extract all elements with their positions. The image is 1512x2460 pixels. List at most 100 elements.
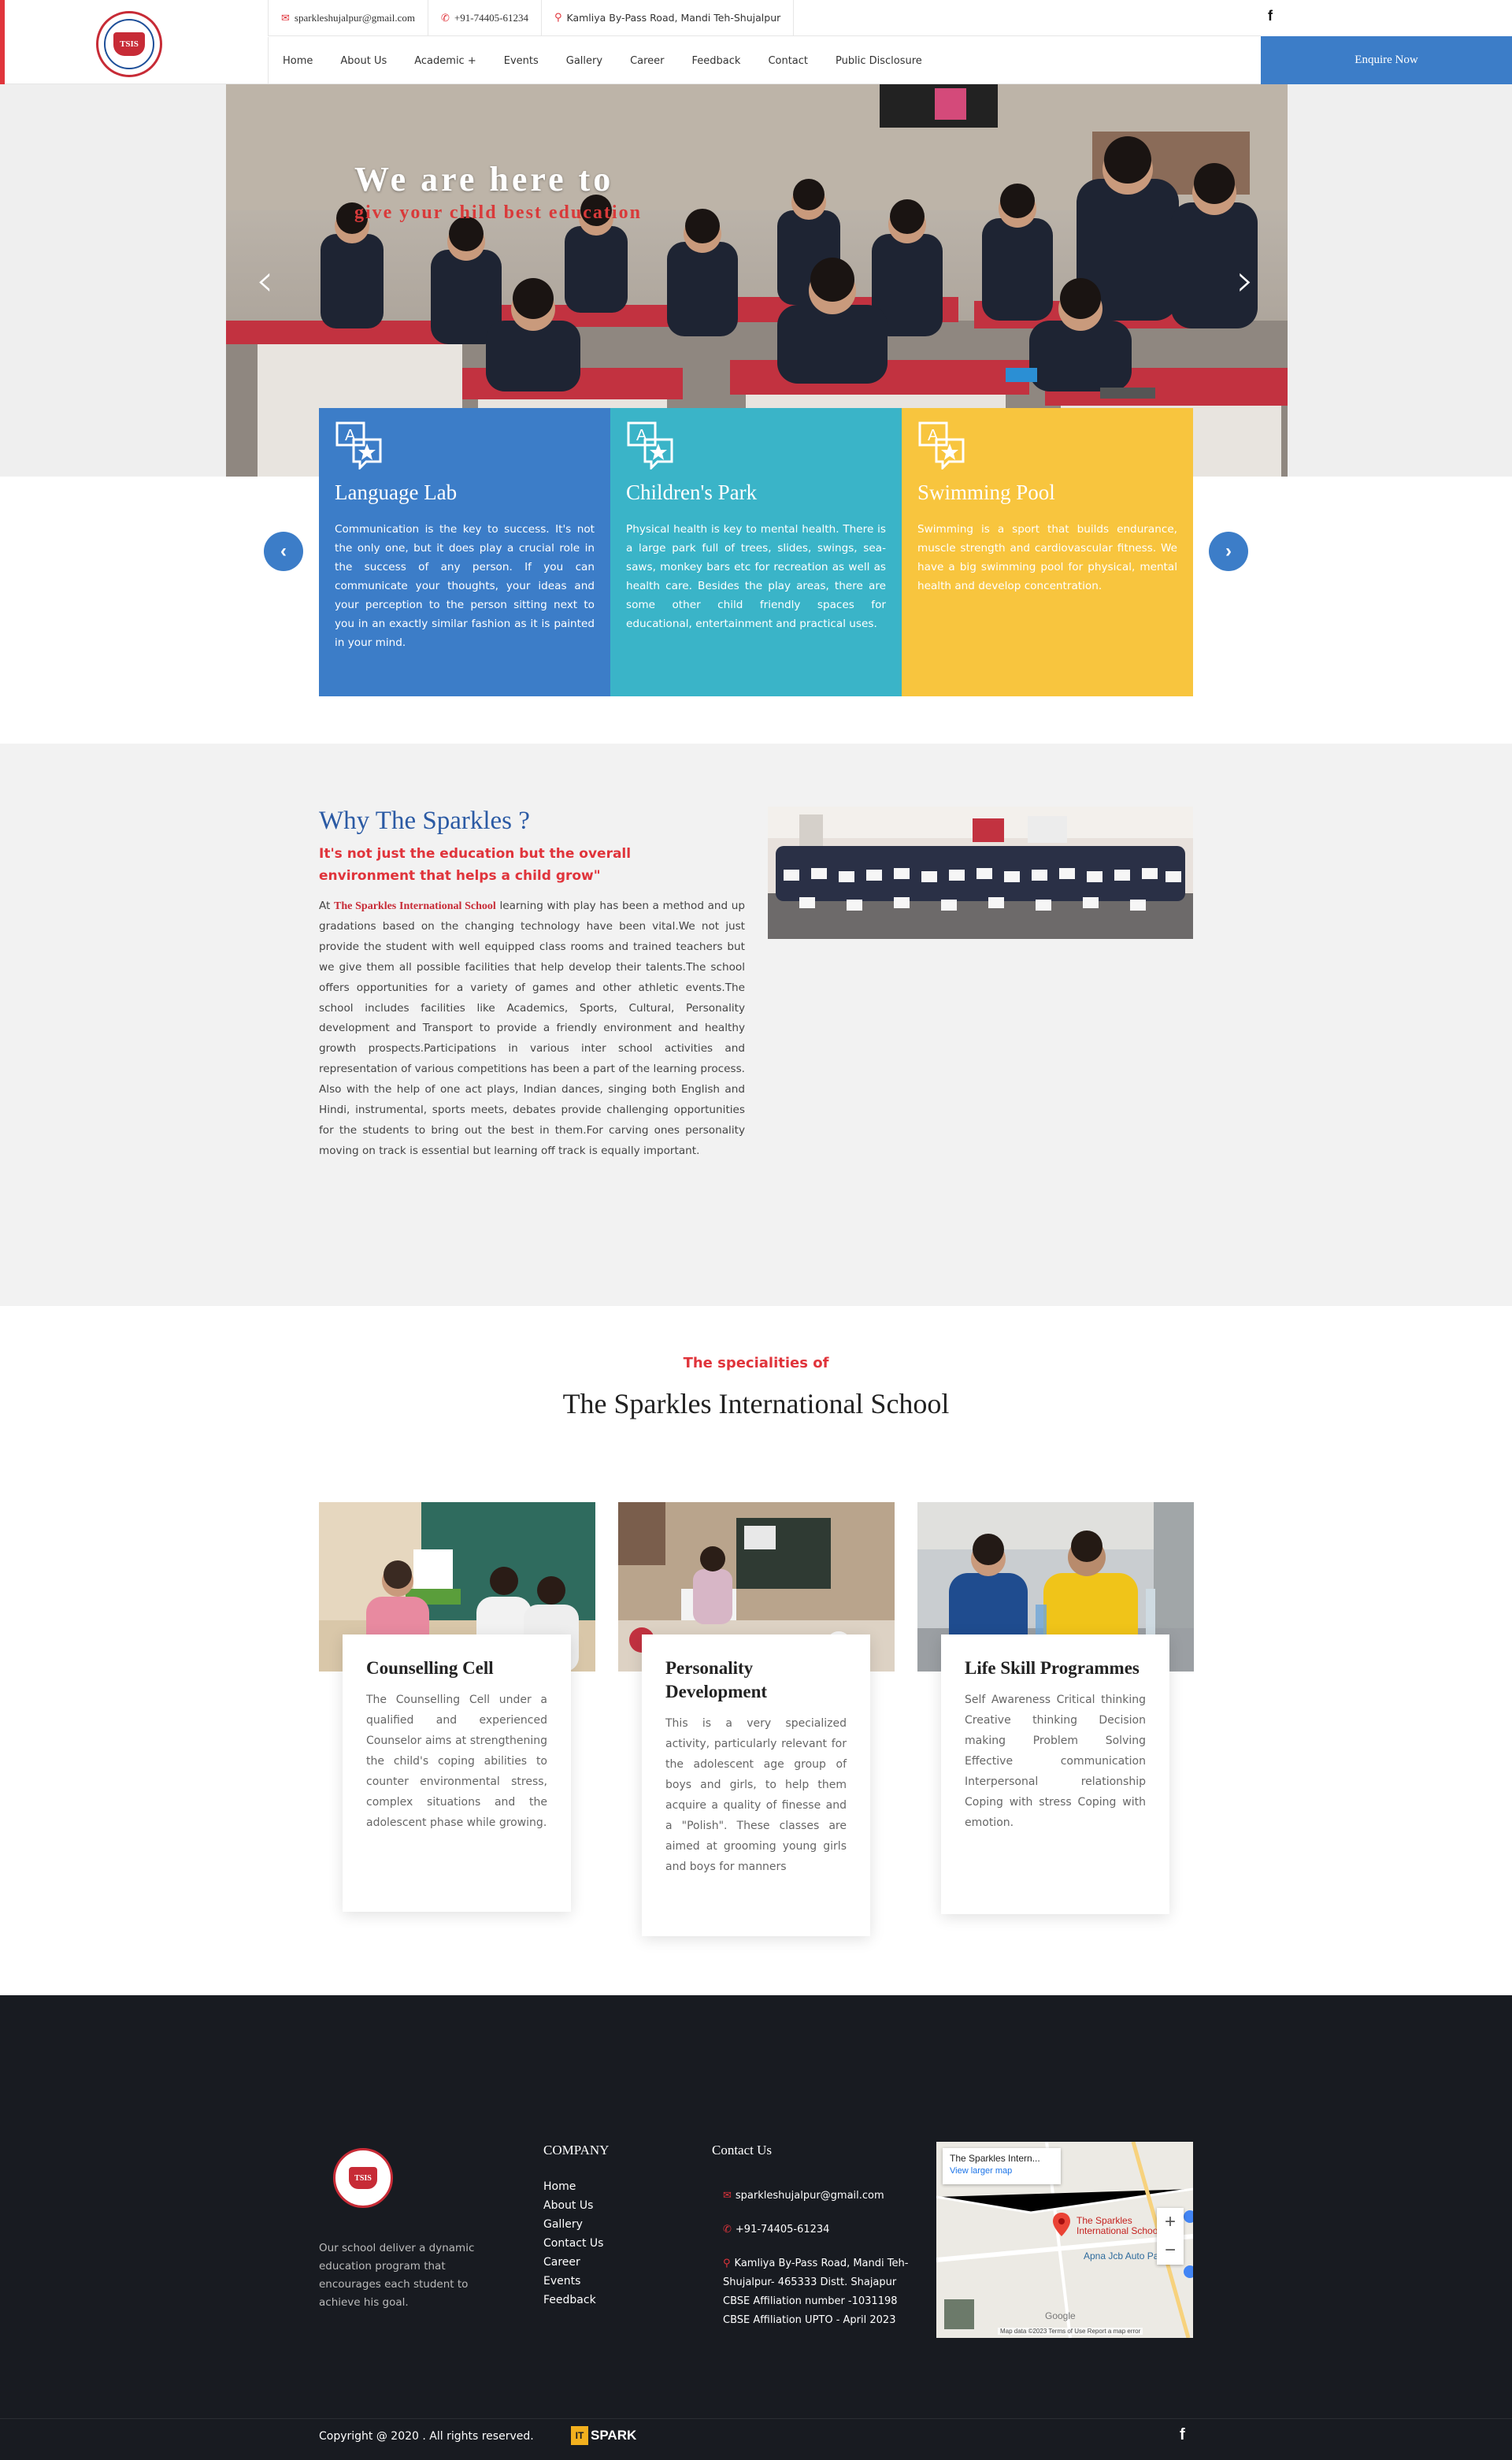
feature-card-swimming-pool: A Swimming Pool Swimming is a sport that…: [902, 408, 1193, 696]
speciality-title: Counselling Cell: [366, 1658, 494, 1678]
main-nav: Home About Us Academic + Events Gallery …: [268, 37, 950, 84]
chevron-right-icon: ›: [1225, 540, 1232, 562]
footer-links: Home About Us Gallery Contact Us Career …: [543, 2177, 603, 2310]
envelope-icon: ✉: [723, 2190, 732, 2202]
google-logo: Google: [1045, 2310, 1076, 2321]
footer-link-events[interactable]: Events: [543, 2272, 603, 2291]
nav-events[interactable]: Events: [504, 55, 539, 67]
school-logo[interactable]: TSIS: [96, 11, 162, 77]
why-title: Why The Sparkles ?: [319, 807, 530, 835]
facebook-icon[interactable]: f: [1180, 2426, 1185, 2444]
developer-logo[interactable]: IT SPARK: [571, 2426, 636, 2445]
footer-phone[interactable]: ✆ +91-74405-61234: [723, 2221, 912, 2239]
speciality-title: Life Skill Programmes: [965, 1658, 1140, 1678]
map-marker-icon: ⚲: [723, 2258, 731, 2269]
feature-card-language-lab: A Language Lab Communication is the key …: [319, 408, 610, 696]
logo-text: TSIS: [349, 2167, 377, 2189]
school-name: The Sparkles International School: [334, 900, 496, 912]
feature-text: Swimming is a sport that builds enduranc…: [917, 523, 1177, 592]
chevron-left-icon: ‹: [280, 540, 287, 562]
features-prev-button[interactable]: ‹: [264, 532, 303, 571]
zoom-out-icon[interactable]: −: [1157, 2236, 1184, 2265]
map-pin-label: The Sparkles International School: [1077, 2215, 1161, 2236]
header-email[interactable]: ✉ sparkleshujalpur@gmail.com: [269, 0, 429, 36]
zoom-in-icon[interactable]: +: [1157, 2208, 1184, 2236]
accent-bar: [0, 0, 5, 84]
map-attribution: Map data ©2023 Terms of Use Report a map…: [998, 2328, 1143, 2335]
view-larger-map-link[interactable]: View larger map: [950, 2166, 1054, 2176]
nav-public-disclosure[interactable]: Public Disclosure: [836, 55, 922, 67]
site-header: TSIS ✉ sparkleshujalpur@gmail.com ✆ +91-74…: [0, 0, 1512, 84]
speciality-card-life-skill: Life Skill Programmes Self Awareness Cri…: [941, 1634, 1169, 1914]
speciality-text: The Counselling Cell under a qualified a…: [366, 1694, 547, 1829]
footer-link-about-us[interactable]: About Us: [543, 2196, 603, 2215]
speciality-card-personality: Personality Development This is a very s…: [642, 1634, 870, 1936]
hero-headline: We are here to: [354, 160, 614, 199]
footer-address: ⚲ Kamliya By-Pass Road, Mandi Teh-Shujalp…: [723, 2258, 909, 2288]
footer-contact: ✉ sparkleshujalpur@gmail.com ✆ +91-74405-6…: [723, 2187, 912, 2330]
nav-feedback[interactable]: Feedback: [692, 55, 741, 67]
map-info-box: The Sparkles Intern... View larger map: [943, 2148, 1061, 2184]
phone-icon: ✆: [441, 11, 450, 24]
language-icon: A: [627, 421, 673, 469]
footer-link-gallery[interactable]: Gallery: [543, 2215, 603, 2234]
feature-title: Language Lab: [335, 480, 458, 504]
enquire-now-button[interactable]: Enquire Now: [1261, 36, 1512, 84]
footer-link-home[interactable]: Home: [543, 2177, 603, 2196]
footer-bottom-bar: [0, 2418, 1512, 2460]
header-address: ⚲ Kamliya By-Pass Road, Mandi Teh-Shujalp…: [542, 0, 795, 36]
specialities-subtitle: The specialities of: [683, 1355, 829, 1371]
speciality-text: This is a very specialized activity, par…: [665, 1717, 847, 1873]
footer-affiliation-upto: CBSE Affiliation UPTO - April 2023: [723, 2314, 896, 2326]
location-map[interactable]: The Sparkles Intern... View larger map T…: [936, 2142, 1193, 2338]
hero-prev-icon[interactable]: ‹: [256, 259, 280, 303]
facebook-icon[interactable]: f: [1268, 8, 1273, 24]
footer-affiliation: CBSE Affiliation number -1031198: [723, 2295, 898, 2307]
map-title: The Sparkles Intern...: [950, 2153, 1040, 2164]
speciality-title: Personality Development: [665, 1658, 768, 1701]
hero-subheadline: give your child best education: [354, 202, 642, 223]
map-marker-icon: ⚲: [554, 12, 562, 24]
feature-text: Communication is the key to success. It'…: [335, 523, 595, 649]
feature-text: Physical health is key to mental health.…: [626, 523, 886, 630]
why-body: At The Sparkles International School lea…: [319, 900, 745, 1157]
brand-badge: IT: [571, 2426, 588, 2445]
language-icon: A: [918, 421, 965, 469]
speciality-text: Self Awareness Critical thinking Creativ…: [965, 1694, 1146, 1829]
features-next-button[interactable]: ›: [1209, 532, 1248, 571]
footer-link-feedback[interactable]: Feedback: [543, 2291, 603, 2310]
students-group-photo: [768, 807, 1193, 939]
nav-home[interactable]: Home: [283, 55, 313, 67]
footer-link-career[interactable]: Career: [543, 2253, 603, 2272]
brand-name: SPARK: [591, 2428, 637, 2443]
why-subtitle: It's not just the education but the over…: [319, 846, 632, 884]
header-phone[interactable]: ✆ +91-74405-61234: [428, 0, 542, 36]
footer-logo[interactable]: TSIS: [333, 2148, 393, 2208]
footer-about: Our school deliver a dynamic education p…: [319, 2242, 475, 2309]
nav-about-us[interactable]: About Us: [340, 55, 387, 67]
nav-academic[interactable]: Academic +: [414, 55, 476, 67]
map-pin-icon[interactable]: [1053, 2213, 1070, 2236]
page: TSIS ✉ sparkleshujalpur@gmail.com ✆ +91-74…: [0, 0, 1512, 2460]
footer-contact-heading: Contact Us: [712, 2143, 773, 2158]
specialities-title: The Sparkles International School: [562, 1388, 950, 1419]
language-icon: A: [335, 421, 382, 469]
hero-next-icon[interactable]: ›: [1236, 259, 1260, 303]
nav-contact[interactable]: Contact: [768, 55, 808, 67]
map-zoom-control: + −: [1157, 2208, 1184, 2265]
nav-gallery[interactable]: Gallery: [566, 55, 602, 67]
nav-career[interactable]: Career: [630, 55, 664, 67]
phone-icon: ✆: [723, 2224, 732, 2236]
footer-link-contact-us[interactable]: Contact Us: [543, 2234, 603, 2253]
feature-card-childrens-park: A Children's Park Physical health is key…: [610, 408, 902, 696]
logo-text: TSIS: [113, 32, 145, 56]
copyright-text: Copyright @ 2020 . All rights reserved.: [319, 2430, 534, 2443]
feature-title: Swimming Pool: [917, 480, 1055, 504]
footer-company-heading: COMPANY: [543, 2143, 610, 2158]
footer-email[interactable]: ✉ sparkleshujalpur@gmail.com: [723, 2187, 912, 2206]
envelope-icon: ✉: [281, 11, 290, 24]
top-info-bar: ✉ sparkleshujalpur@gmail.com ✆ +91-74405-6…: [268, 0, 1261, 36]
speciality-card-counselling: Counselling Cell The Counselling Cell un…: [343, 1634, 571, 1912]
why-section: [0, 744, 1512, 1306]
feature-title: Children's Park: [626, 480, 758, 504]
